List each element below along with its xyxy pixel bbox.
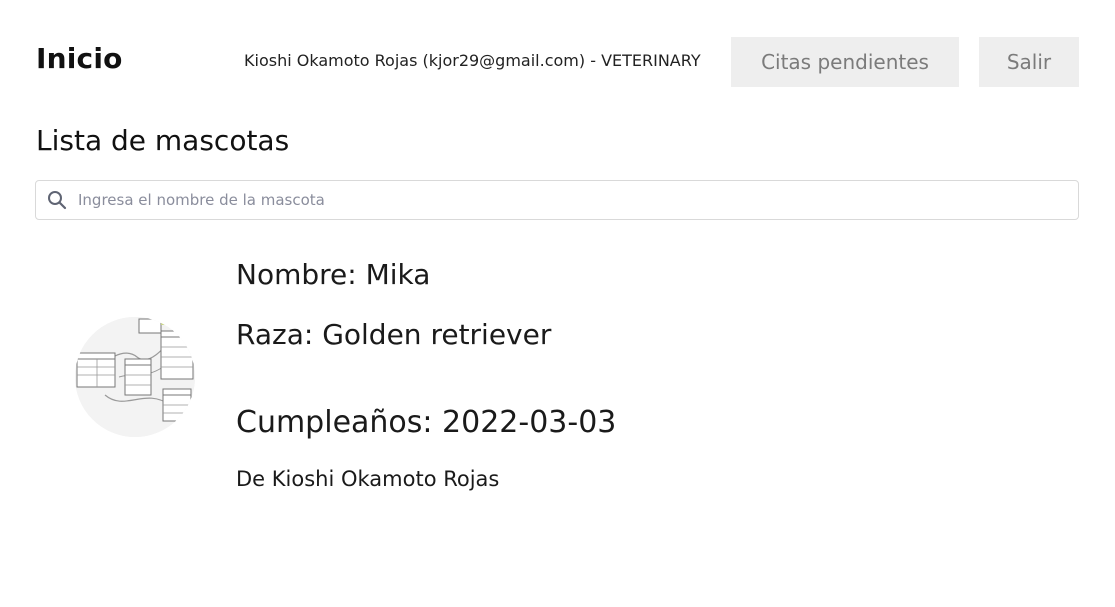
logout-button[interactable]: Salir: [979, 37, 1079, 87]
pet-search-input[interactable]: [76, 184, 1078, 216]
search-icon: [46, 189, 68, 211]
user-info: Kioshi Okamoto Rojas (kjor29@gmail.com) …: [244, 51, 701, 70]
brand-home-link[interactable]: Inicio: [36, 42, 123, 75]
pet-photo[interactable]: [75, 317, 195, 437]
pending-appointments-button[interactable]: Citas pendientes: [731, 37, 959, 87]
pet-breed: Raza: Golden retriever: [236, 318, 552, 351]
pet-name: Nombre: Mika: [236, 258, 431, 291]
page: Inicio Kioshi Okamoto Rojas (kjor29@gmai…: [0, 0, 1115, 607]
pet-owner: De Kioshi Okamoto Rojas: [236, 467, 500, 491]
search-bar: [35, 180, 1079, 220]
pet-birthday: Cumpleaños: 2022-03-03: [236, 405, 617, 440]
page-title: Lista de mascotas: [36, 124, 290, 157]
